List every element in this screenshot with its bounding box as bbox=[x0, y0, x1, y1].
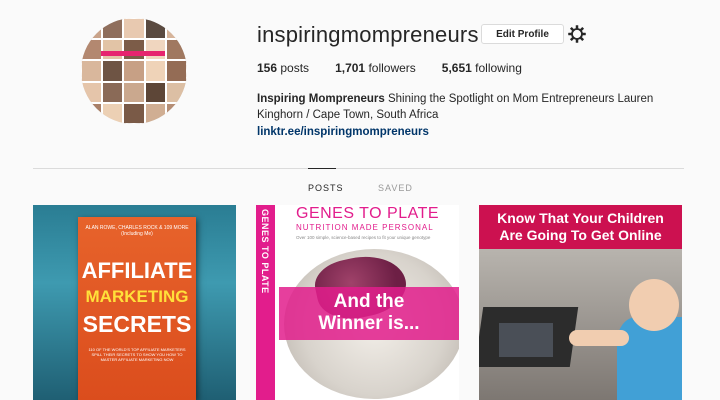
post-thumbnail-children-online[interactable]: Know That Your Children Are Going To Get… bbox=[479, 205, 682, 400]
book-title-line2: MARKETING bbox=[85, 287, 189, 306]
following-stat[interactable]: 5,651 following bbox=[442, 61, 522, 75]
profile-avatar[interactable] bbox=[81, 18, 187, 124]
headline-line2: Are Going To Get Online bbox=[499, 227, 662, 243]
profile-full-name: Inspiring Mompreneurs bbox=[257, 93, 385, 105]
book-cover: ALAN ROWE, CHARLES ROCK & 109 MORE (Incl… bbox=[78, 217, 196, 400]
laptop-screen bbox=[499, 323, 553, 357]
profile-username: inspiringmompreneurs bbox=[257, 22, 479, 47]
book-authors-including: (Including Me) bbox=[121, 231, 153, 237]
winner-overlay: And the Winner is... bbox=[279, 287, 459, 340]
headline-line1: Know That Your Children bbox=[497, 210, 664, 226]
posts-stat: 156 posts bbox=[257, 61, 309, 75]
book-title-line3: SECRETS bbox=[82, 311, 192, 337]
tab-saved[interactable]: SAVED bbox=[378, 183, 413, 193]
book-title: GENES TO PLATE bbox=[296, 205, 440, 222]
post-headline-banner: Know That Your Children Are Going To Get… bbox=[479, 205, 682, 249]
avatar-accent-bar bbox=[101, 51, 165, 56]
gear-icon[interactable] bbox=[567, 24, 587, 44]
posts-label: posts bbox=[280, 61, 310, 75]
post-thumbnail-genes-to-plate[interactable]: GENES TO PLATE GENES TO PLATE NUTRITION … bbox=[256, 205, 459, 400]
followers-label: followers bbox=[368, 61, 416, 75]
profile-stats: 156 posts 1,701 followers 5,651 followin… bbox=[257, 61, 522, 75]
book-title-line1: AFFILIATE bbox=[81, 258, 193, 283]
winner-line2: Winner is... bbox=[318, 313, 420, 334]
profile-bio: Inspiring Mompreneurs Shining the Spotli… bbox=[257, 91, 697, 140]
active-tab-indicator bbox=[308, 168, 336, 169]
book-subtitle: 110 OF THE WORLD'S TOP AFFILIATE MARKETE… bbox=[88, 347, 186, 362]
following-label: following bbox=[475, 61, 522, 75]
book-spine-text: GENES TO PLATE bbox=[260, 209, 270, 294]
avatar-collage bbox=[81, 18, 187, 124]
book-authors: ALAN ROWE, CHARLES ROCK & 109 MORE (Incl… bbox=[78, 225, 196, 237]
tabs-divider bbox=[33, 168, 684, 169]
post-thumbnail-affiliate-marketing[interactable]: ALAN ROWE, CHARLES ROCK & 109 MORE (Incl… bbox=[33, 205, 236, 400]
followers-stat[interactable]: 1,701 followers bbox=[335, 61, 416, 75]
child-arm bbox=[569, 330, 629, 346]
book-subtitle: NUTRITION MADE PERSONAL bbox=[296, 223, 434, 232]
child-head bbox=[629, 279, 679, 331]
following-count: 5,651 bbox=[441, 61, 472, 75]
edit-profile-button[interactable]: Edit Profile bbox=[481, 24, 564, 44]
book-spine: GENES TO PLATE bbox=[256, 205, 275, 400]
posts-count: 156 bbox=[257, 61, 278, 75]
tab-posts[interactable]: POSTS bbox=[308, 183, 344, 193]
book-tagline: Over 100 simple, science-based recipes t… bbox=[296, 235, 431, 240]
winner-line1: And the bbox=[333, 291, 405, 312]
bio-link[interactable]: linktr.ee/inspiringmompreneurs bbox=[257, 124, 697, 140]
followers-count: 1,701 bbox=[335, 61, 366, 75]
